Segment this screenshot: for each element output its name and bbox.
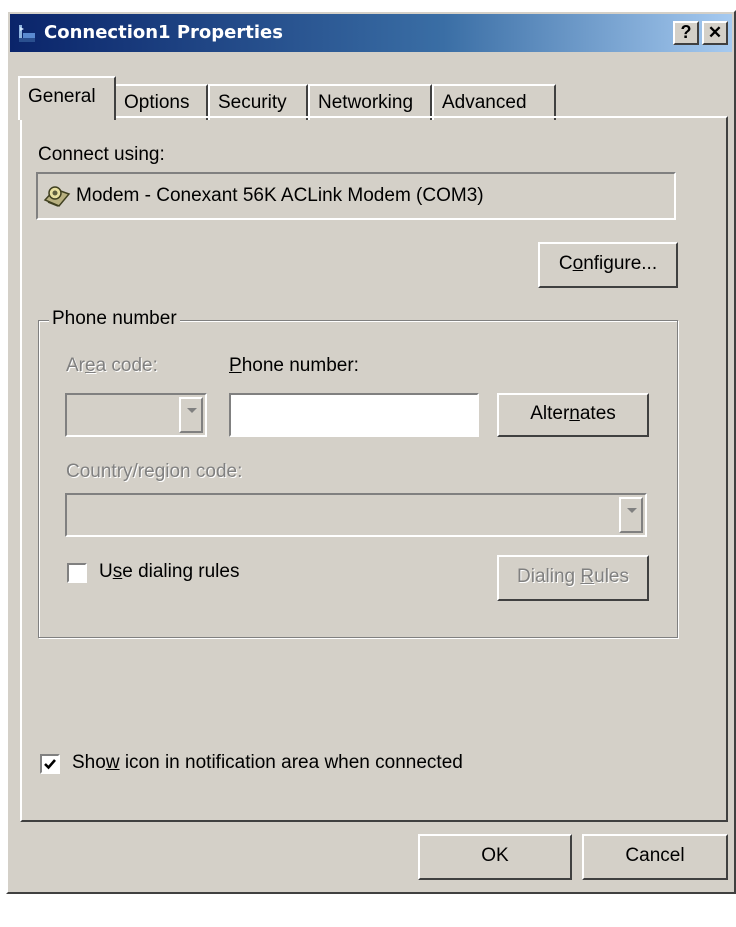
alternates-button[interactable]: Alternates bbox=[497, 393, 649, 437]
tab-advanced[interactable]: Advanced bbox=[432, 84, 556, 120]
tab-general[interactable]: General bbox=[18, 76, 116, 120]
show-icon-label[interactable]: Show icon in notification area when conn… bbox=[72, 752, 463, 774]
checkmark-icon bbox=[44, 759, 56, 770]
title-bar[interactable]: Connection1 Properties ? ✕ bbox=[10, 14, 732, 52]
phone-number-group: Phone number Area code: Phone number: Al… bbox=[38, 308, 678, 638]
tab-options[interactable]: Options bbox=[114, 84, 208, 120]
area-code-label: Area code: bbox=[66, 355, 158, 376]
window-title: Connection1 Properties bbox=[44, 22, 283, 43]
cancel-button[interactable]: Cancel bbox=[582, 834, 728, 880]
modem-icon bbox=[43, 186, 71, 207]
chevron-down-icon bbox=[179, 397, 203, 433]
country-region-label: Country/region code: bbox=[66, 461, 243, 482]
connect-using-label: Connect using: bbox=[38, 144, 165, 165]
help-button[interactable]: ? bbox=[673, 21, 699, 45]
properties-dialog: Connection1 Properties ? ✕ General Optio… bbox=[6, 10, 736, 894]
country-region-select[interactable] bbox=[65, 493, 647, 537]
show-icon-checkbox[interactable] bbox=[40, 754, 60, 774]
tab-security[interactable]: Security bbox=[208, 84, 308, 120]
configure-button[interactable]: Configure... bbox=[538, 242, 678, 288]
use-dialing-rules-checkbox[interactable] bbox=[67, 563, 87, 583]
close-button[interactable]: ✕ bbox=[702, 21, 728, 45]
ok-button[interactable]: OK bbox=[418, 834, 572, 880]
tab-networking[interactable]: Networking bbox=[308, 84, 432, 120]
area-code-select[interactable] bbox=[65, 393, 207, 437]
dialing-rules-button[interactable]: Dialing Rules bbox=[497, 555, 649, 601]
phone-number-input[interactable] bbox=[229, 393, 479, 437]
phone-group-title: Phone number bbox=[49, 308, 180, 330]
network-connection-icon bbox=[19, 25, 35, 42]
chevron-down-icon bbox=[619, 497, 643, 533]
device-name: Modem - Conexant 56K ACLink Modem (COM3) bbox=[76, 185, 484, 206]
device-field: Modem - Conexant 56K ACLink Modem (COM3) bbox=[36, 172, 676, 220]
general-tab-panel: Connect using: Modem - Conexant 56K ACLi… bbox=[20, 116, 728, 822]
phone-number-label: Phone number: bbox=[229, 355, 359, 376]
use-dialing-rules-label[interactable]: Use dialing rules bbox=[99, 561, 239, 583]
